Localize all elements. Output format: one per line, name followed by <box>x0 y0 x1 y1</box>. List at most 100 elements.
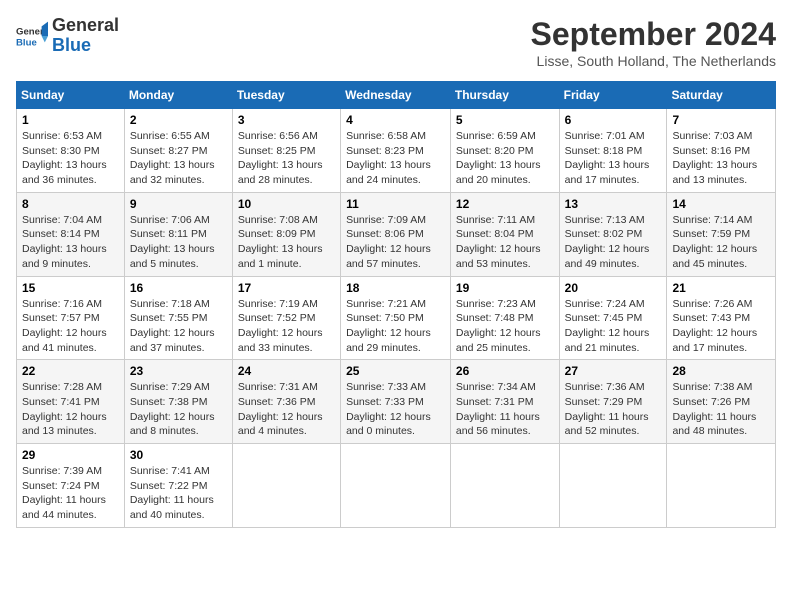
day-number: 6 <box>565 113 662 127</box>
column-header-sunday: Sunday <box>17 82 125 109</box>
calendar-cell <box>667 444 776 528</box>
day-number: 25 <box>346 364 445 378</box>
day-number: 27 <box>565 364 662 378</box>
day-info: Sunrise: 6:58 AM Sunset: 8:23 PM Dayligh… <box>346 129 445 188</box>
calendar-week-4: 22 Sunrise: 7:28 AM Sunset: 7:41 PM Dayli… <box>17 360 776 444</box>
calendar-cell <box>559 444 667 528</box>
day-info: Sunrise: 7:03 AM Sunset: 8:16 PM Dayligh… <box>672 129 770 188</box>
day-info: Sunrise: 7:31 AM Sunset: 7:36 PM Dayligh… <box>238 380 335 439</box>
day-info: Sunrise: 7:29 AM Sunset: 7:38 PM Dayligh… <box>130 380 227 439</box>
day-number: 22 <box>22 364 119 378</box>
calendar-cell: 2 Sunrise: 6:55 AM Sunset: 8:27 PM Daylig… <box>124 109 232 193</box>
day-info: Sunrise: 7:04 AM Sunset: 8:14 PM Dayligh… <box>22 213 119 272</box>
column-header-thursday: Thursday <box>450 82 559 109</box>
logo-general-text: General <box>52 15 119 35</box>
day-number: 19 <box>456 281 554 295</box>
day-number: 16 <box>130 281 227 295</box>
logo-blue-text: Blue <box>52 35 91 55</box>
svg-text:Blue: Blue <box>16 37 37 48</box>
day-info: Sunrise: 7:13 AM Sunset: 8:02 PM Dayligh… <box>565 213 662 272</box>
column-header-wednesday: Wednesday <box>341 82 451 109</box>
calendar-cell: 3 Sunrise: 6:56 AM Sunset: 8:25 PM Daylig… <box>232 109 340 193</box>
calendar-cell: 6 Sunrise: 7:01 AM Sunset: 8:18 PM Daylig… <box>559 109 667 193</box>
calendar-header-row: SundayMondayTuesdayWednesdayThursdayFrid… <box>17 82 776 109</box>
day-number: 17 <box>238 281 335 295</box>
calendar-cell: 1 Sunrise: 6:53 AM Sunset: 8:30 PM Daylig… <box>17 109 125 193</box>
column-header-friday: Friday <box>559 82 667 109</box>
day-info: Sunrise: 6:56 AM Sunset: 8:25 PM Dayligh… <box>238 129 335 188</box>
day-info: Sunrise: 7:14 AM Sunset: 7:59 PM Dayligh… <box>672 213 770 272</box>
calendar-cell: 29 Sunrise: 7:39 AM Sunset: 7:24 PM Dayli… <box>17 444 125 528</box>
day-number: 18 <box>346 281 445 295</box>
day-info: Sunrise: 7:08 AM Sunset: 8:09 PM Dayligh… <box>238 213 335 272</box>
day-number: 14 <box>672 197 770 211</box>
calendar-cell: 5Sunrise: 6:59 AM Sunset: 8:20 PM Daylig… <box>450 109 559 193</box>
day-number: 23 <box>130 364 227 378</box>
calendar-cell: 7 Sunrise: 7:03 AM Sunset: 8:16 PM Daylig… <box>667 109 776 193</box>
column-header-saturday: Saturday <box>667 82 776 109</box>
day-number: 9 <box>130 197 227 211</box>
day-number: 29 <box>22 448 119 462</box>
day-info: Sunrise: 7:01 AM Sunset: 8:18 PM Dayligh… <box>565 129 662 188</box>
day-number: 12 <box>456 197 554 211</box>
column-header-monday: Monday <box>124 82 232 109</box>
day-info: Sunrise: 7:34 AM Sunset: 7:31 PM Dayligh… <box>456 380 554 439</box>
day-info: Sunrise: 7:06 AM Sunset: 8:11 PM Dayligh… <box>130 213 227 272</box>
day-info: Sunrise: 7:18 AM Sunset: 7:55 PM Dayligh… <box>130 297 227 356</box>
calendar-cell: 26 Sunrise: 7:34 AM Sunset: 7:31 PM Dayli… <box>450 360 559 444</box>
day-info: Sunrise: 7:19 AM Sunset: 7:52 PM Dayligh… <box>238 297 335 356</box>
calendar-week-5: 29 Sunrise: 7:39 AM Sunset: 7:24 PM Dayli… <box>17 444 776 528</box>
calendar-cell <box>341 444 451 528</box>
day-number: 3 <box>238 113 335 127</box>
day-number: 24 <box>238 364 335 378</box>
day-number: 4 <box>346 113 445 127</box>
day-number: 8 <box>22 197 119 211</box>
day-info: Sunrise: 7:24 AM Sunset: 7:45 PM Dayligh… <box>565 297 662 356</box>
calendar-cell: 11 Sunrise: 7:09 AM Sunset: 8:06 PM Dayli… <box>341 192 451 276</box>
day-number: 28 <box>672 364 770 378</box>
day-number: 11 <box>346 197 445 211</box>
day-info: Sunrise: 7:11 AM Sunset: 8:04 PM Dayligh… <box>456 213 554 272</box>
day-number: 7 <box>672 113 770 127</box>
day-number: 5 <box>456 113 554 127</box>
day-info: Sunrise: 7:39 AM Sunset: 7:24 PM Dayligh… <box>22 464 119 523</box>
calendar-cell: 20 Sunrise: 7:24 AM Sunset: 7:45 PM Dayli… <box>559 276 667 360</box>
calendar-table: SundayMondayTuesdayWednesdayThursdayFrid… <box>16 81 776 528</box>
day-number: 26 <box>456 364 554 378</box>
day-number: 30 <box>130 448 227 462</box>
calendar-cell <box>232 444 340 528</box>
calendar-cell <box>450 444 559 528</box>
day-number: 1 <box>22 113 119 127</box>
day-info: Sunrise: 7:33 AM Sunset: 7:33 PM Dayligh… <box>346 380 445 439</box>
day-info: Sunrise: 6:55 AM Sunset: 8:27 PM Dayligh… <box>130 129 227 188</box>
day-info: Sunrise: 7:41 AM Sunset: 7:22 PM Dayligh… <box>130 464 227 523</box>
day-info: Sunrise: 7:28 AM Sunset: 7:41 PM Dayligh… <box>22 380 119 439</box>
day-number: 2 <box>130 113 227 127</box>
day-number: 20 <box>565 281 662 295</box>
calendar-cell: 14 Sunrise: 7:14 AM Sunset: 7:59 PM Dayli… <box>667 192 776 276</box>
month-title: September 2024 <box>531 16 776 53</box>
calendar-cell: 24 Sunrise: 7:31 AM Sunset: 7:36 PM Dayli… <box>232 360 340 444</box>
day-number: 10 <box>238 197 335 211</box>
calendar-cell: 27 Sunrise: 7:36 AM Sunset: 7:29 PM Dayli… <box>559 360 667 444</box>
calendar-cell: 8 Sunrise: 7:04 AM Sunset: 8:14 PM Daylig… <box>17 192 125 276</box>
day-info: Sunrise: 7:16 AM Sunset: 7:57 PM Dayligh… <box>22 297 119 356</box>
calendar-cell: 23 Sunrise: 7:29 AM Sunset: 7:38 PM Dayli… <box>124 360 232 444</box>
day-info: Sunrise: 7:09 AM Sunset: 8:06 PM Dayligh… <box>346 213 445 272</box>
column-header-tuesday: Tuesday <box>232 82 340 109</box>
calendar-week-2: 8 Sunrise: 7:04 AM Sunset: 8:14 PM Daylig… <box>17 192 776 276</box>
calendar-cell: 19Sunrise: 7:23 AM Sunset: 7:48 PM Dayli… <box>450 276 559 360</box>
calendar-cell: 12 Sunrise: 7:11 AM Sunset: 8:04 PM Dayli… <box>450 192 559 276</box>
calendar-week-1: 1 Sunrise: 6:53 AM Sunset: 8:30 PM Daylig… <box>17 109 776 193</box>
logo-icon: General Blue <box>16 20 48 52</box>
day-info: Sunrise: 6:53 AM Sunset: 8:30 PM Dayligh… <box>22 129 119 188</box>
day-number: 15 <box>22 281 119 295</box>
calendar-cell: 4 Sunrise: 6:58 AM Sunset: 8:23 PM Daylig… <box>341 109 451 193</box>
calendar-cell: 25 Sunrise: 7:33 AM Sunset: 7:33 PM Dayli… <box>341 360 451 444</box>
calendar-cell: 17 Sunrise: 7:19 AM Sunset: 7:52 PM Dayli… <box>232 276 340 360</box>
calendar-cell: 15 Sunrise: 7:16 AM Sunset: 7:57 PM Dayli… <box>17 276 125 360</box>
day-number: 13 <box>565 197 662 211</box>
calendar-cell: 16 Sunrise: 7:18 AM Sunset: 7:55 PM Dayli… <box>124 276 232 360</box>
day-info: Sunrise: 7:36 AM Sunset: 7:29 PM Dayligh… <box>565 380 662 439</box>
page-header: General Blue General Blue September 2024… <box>16 16 776 69</box>
